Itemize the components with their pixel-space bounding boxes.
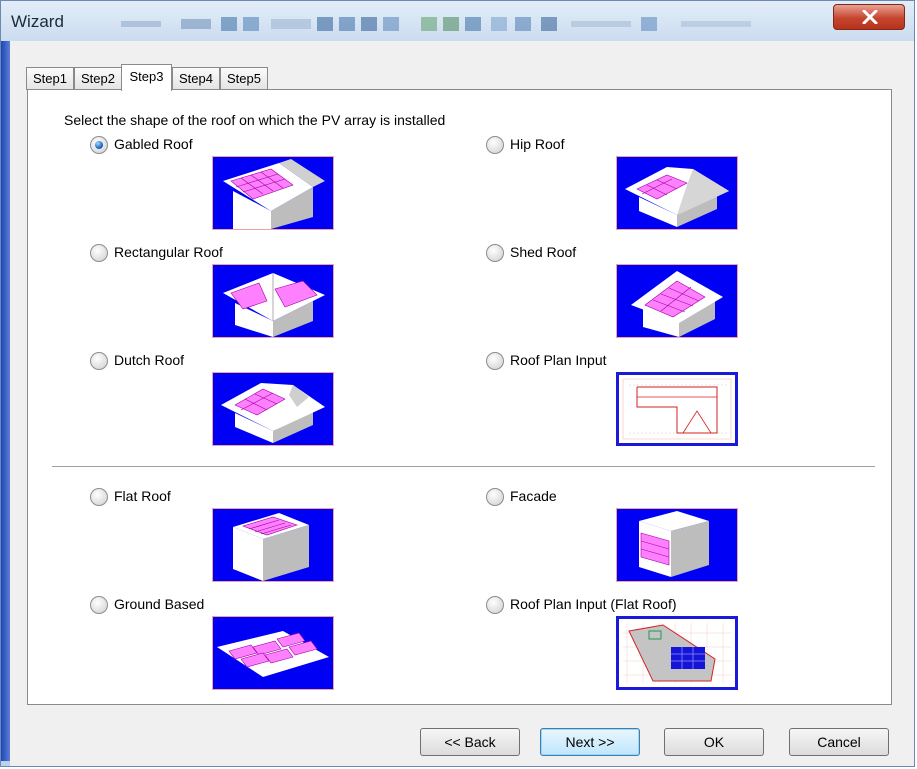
radio-shed-roof[interactable] [486,244,504,262]
title-bar: Wizard [1,1,914,43]
tab-step3[interactable]: Step3 [121,64,172,91]
window-title: Wizard [11,12,64,31]
close-button[interactable] [833,4,905,30]
radio-roof-plan-input-flat[interactable] [486,596,504,614]
radio-rectangular-roof[interactable] [90,244,108,262]
step3-panel [27,89,892,705]
flat-roof-icon[interactable] [212,508,334,582]
option-label: Ground Based [114,596,205,612]
radio-facade[interactable] [486,488,504,506]
next-label: Next [565,734,595,750]
hip-roof-icon[interactable] [616,156,738,230]
background-toolbar-blur [121,17,751,31]
dutch-roof-icon[interactable] [212,372,334,446]
tab-step5[interactable]: Step5 [220,67,268,90]
radio-flat-roof[interactable] [90,488,108,506]
option-label: Hip Roof [510,136,565,152]
option-label: Shed Roof [510,244,577,260]
option-label: Gabled Roof [114,136,193,152]
next-arrows: >> [598,734,615,750]
radio-roof-plan-input[interactable] [486,352,504,370]
instruction-text: Select the shape of the roof on which th… [64,112,446,128]
radio-dutch-roof[interactable] [90,352,108,370]
section-divider [52,466,875,467]
background-window-edge [1,41,10,761]
option-label: Dutch Roof [114,352,185,368]
shed-roof-icon[interactable] [616,264,738,338]
flat-roof-plan-icon[interactable] [616,616,738,690]
radio-gabled-roof[interactable] [90,136,108,154]
option-label: Facade [510,488,557,504]
facade-icon[interactable] [616,508,738,582]
tab-step2[interactable]: Step2 [74,67,122,90]
gabled-roof-icon[interactable] [212,156,334,230]
option-label: Roof Plan Input [510,352,607,368]
ok-button[interactable]: OK [664,728,764,756]
back-button[interactable]: << Back [420,728,520,756]
close-icon [862,10,878,24]
option-label: Roof Plan Input (Flat Roof) [510,596,677,612]
tab-step4[interactable]: Step4 [172,67,220,90]
tab-step1[interactable]: Step1 [26,67,74,90]
option-label: Rectangular Roof [114,244,223,260]
rectangular-roof-icon[interactable] [212,264,334,338]
roof-plan-icon[interactable] [616,372,738,446]
cancel-button[interactable]: Cancel [789,728,889,756]
next-button[interactable]: Next >> [540,728,640,756]
option-label: Flat Roof [114,488,171,504]
radio-hip-roof[interactable] [486,136,504,154]
ground-based-icon[interactable] [212,616,334,690]
radio-ground-based[interactable] [90,596,108,614]
